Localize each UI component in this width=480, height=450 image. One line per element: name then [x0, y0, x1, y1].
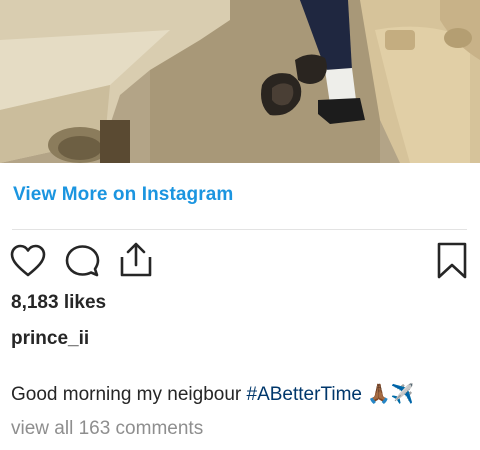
post-caption: Good morning my neigbour #ABetterTime 🙏🏾… [11, 382, 415, 406]
caption-hashtag-link[interactable]: #ABetterTime [247, 384, 362, 405]
share-upload-icon[interactable] [118, 241, 154, 279]
likes-count[interactable]: 8,183 likes [11, 292, 106, 314]
post-photo-illustration [0, 0, 480, 163]
instagram-embed-post: View More on Instagram 8,183 likes princ… [0, 0, 480, 450]
post-username[interactable]: prince_ii [11, 328, 89, 350]
post-actions-bar [0, 241, 480, 281]
post-photo[interactable] [0, 0, 480, 163]
view-more-on-instagram-link[interactable]: View More on Instagram [13, 184, 233, 206]
comment-bubble-icon[interactable] [64, 244, 100, 278]
bookmark-icon[interactable] [436, 242, 468, 280]
heart-icon[interactable] [10, 244, 46, 278]
divider [12, 229, 467, 230]
caption-text: Good morning my neigbour [11, 384, 247, 405]
view-all-comments-link[interactable]: view all 163 comments [11, 418, 203, 440]
caption-emoji: 🙏🏾✈️ [367, 384, 415, 405]
